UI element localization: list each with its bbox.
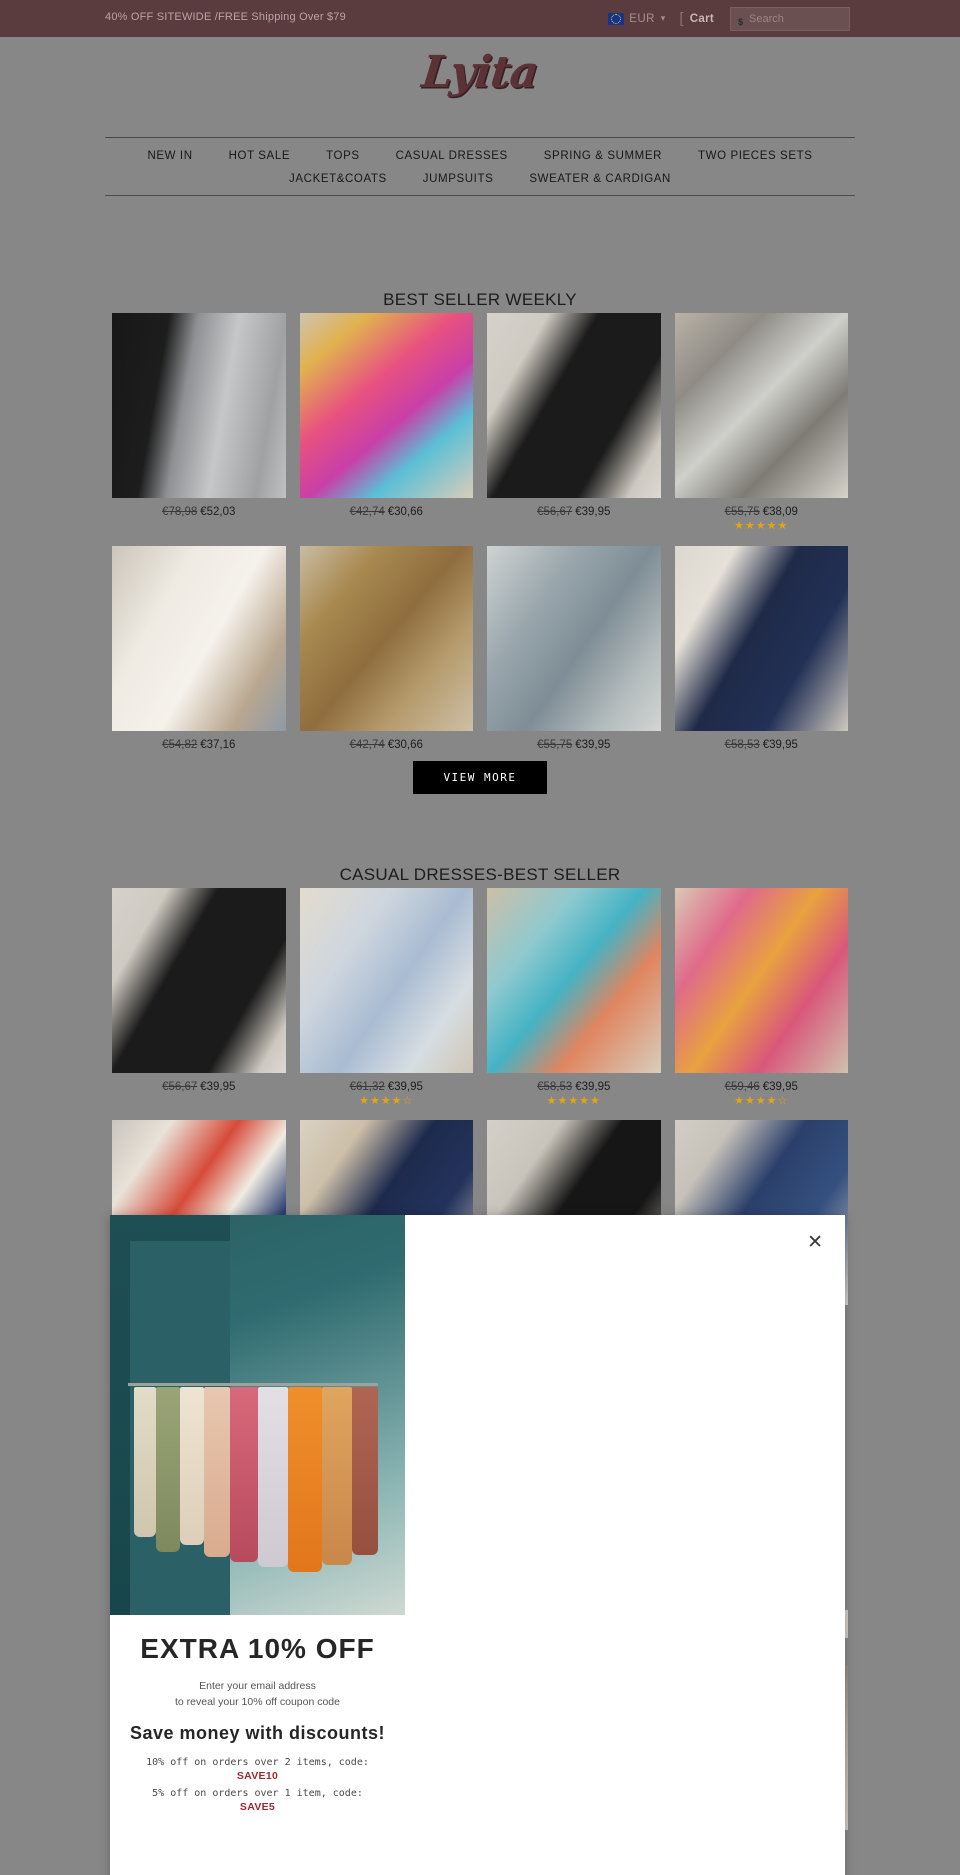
modal-subtext-line2: to reveal your 10% off coupon code: [174, 1695, 340, 1708]
clothes-rack: [128, 1383, 378, 1386]
offer-1-code: SAVE10: [236, 1770, 279, 1783]
newsletter-modal: ✕ EXTRA 10% OFF Enter your email address: [110, 1215, 845, 1875]
modal-headline: EXTRA 10% OFF: [140, 1633, 375, 1664]
modal-overlay: ✕ EXTRA 10% OFF Enter your email address: [0, 0, 960, 1875]
page-root: 40% OFF SITEWIDE /FREE Shipping Over $79…: [0, 0, 960, 1875]
modal-hero-image: [110, 1215, 405, 1615]
modal-content: EXTRA 10% OFF Enter your email address t…: [110, 1615, 405, 1813]
offer-2-code: SAVE5: [239, 1801, 276, 1814]
modal-subtext: Enter your email address to reveal your …: [120, 1679, 395, 1711]
offer-2-text: 5% off on orders over 1 item, code:: [152, 1788, 363, 1800]
close-icon[interactable]: ✕: [807, 1233, 823, 1252]
modal-secondary-headline: Save money with discounts!: [129, 1722, 386, 1743]
offer-1-text: 10% off on orders over 2 items, code:: [146, 1757, 369, 1769]
modal-subtext-line1: Enter your email address: [199, 1680, 316, 1693]
